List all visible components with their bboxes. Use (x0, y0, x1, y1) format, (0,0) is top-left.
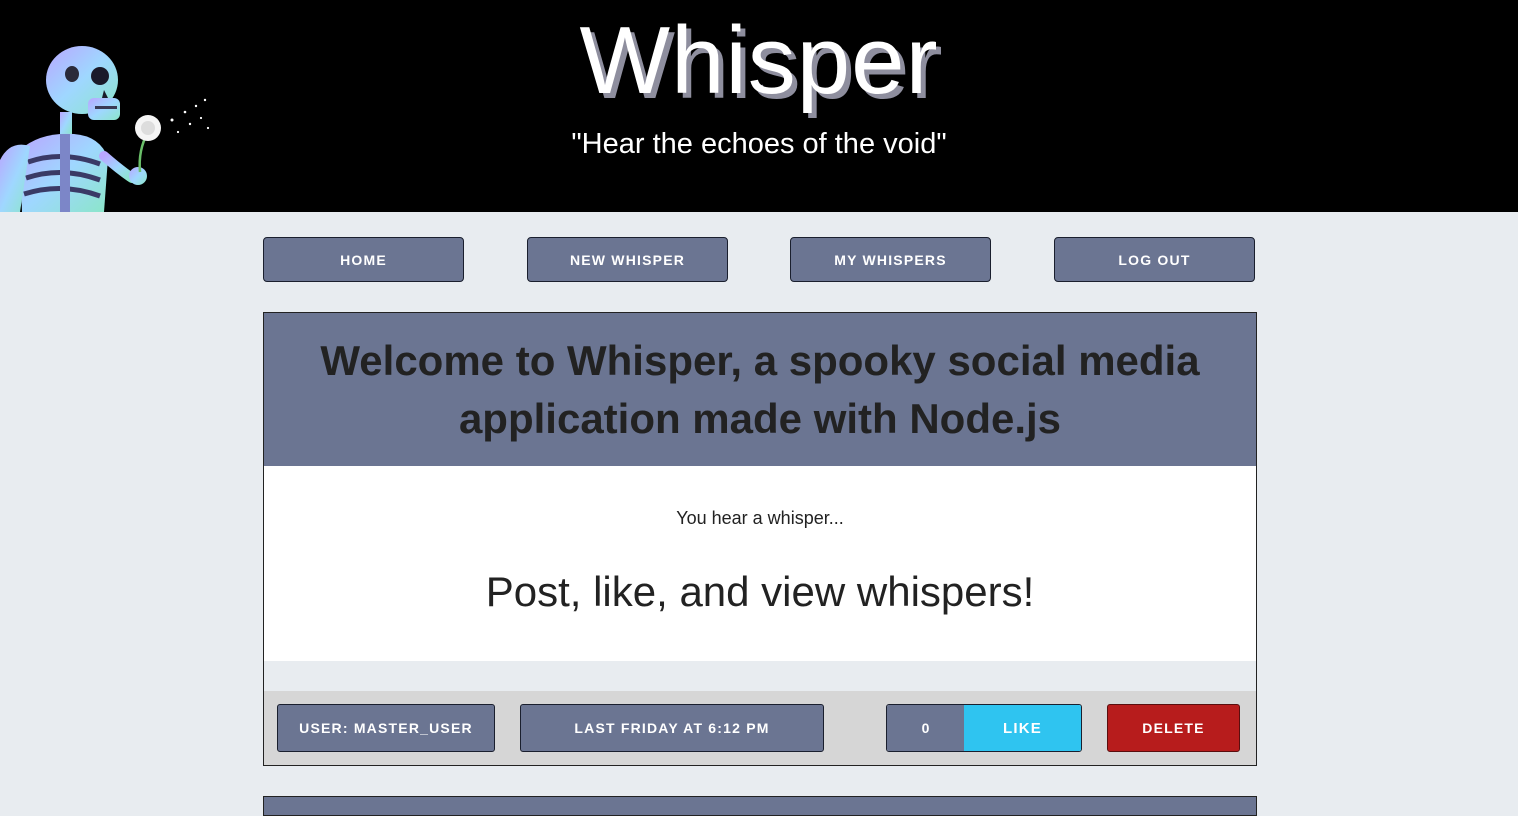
nav-log-out-button[interactable]: LOG OUT (1054, 237, 1255, 282)
whisper-title: Welcome to Whisper, a spooky social medi… (320, 336, 1200, 442)
card-divider (264, 661, 1256, 691)
like-button[interactable]: LIKE (964, 705, 1081, 751)
site-title: Whisper (579, 7, 939, 114)
like-count: 0 (887, 705, 964, 751)
whisper-card: Welcome to Whisper, a spooky social medi… (263, 312, 1257, 766)
whisper-intro-text: You hear a whisper... (676, 508, 844, 528)
nav-my-whispers-button[interactable]: MY WHISPERS (790, 237, 991, 282)
delete-button[interactable]: DELETE (1107, 704, 1240, 752)
site-tagline: "Hear the echoes of the void" (571, 128, 947, 160)
site-banner: Whisper "Hear the echoes of the void" (0, 0, 1518, 212)
next-whisper-card (263, 796, 1257, 816)
nav-new-whisper-button[interactable]: NEW WHISPER (527, 237, 728, 282)
whisper-card-header: Welcome to Whisper, a spooky social medi… (264, 313, 1256, 466)
whisper-card-body: You hear a whisper... Post, like, and vi… (264, 466, 1256, 661)
whisper-user-badge[interactable]: USER: MASTER_USER (277, 704, 495, 752)
whisper-timestamp[interactable]: LAST FRIDAY AT 6:12 PM (520, 704, 824, 752)
like-control: 0 LIKE (886, 704, 1082, 752)
whisper-content: Post, like, and view whispers! (485, 568, 1035, 615)
nav-home-button[interactable]: HOME (263, 237, 464, 282)
